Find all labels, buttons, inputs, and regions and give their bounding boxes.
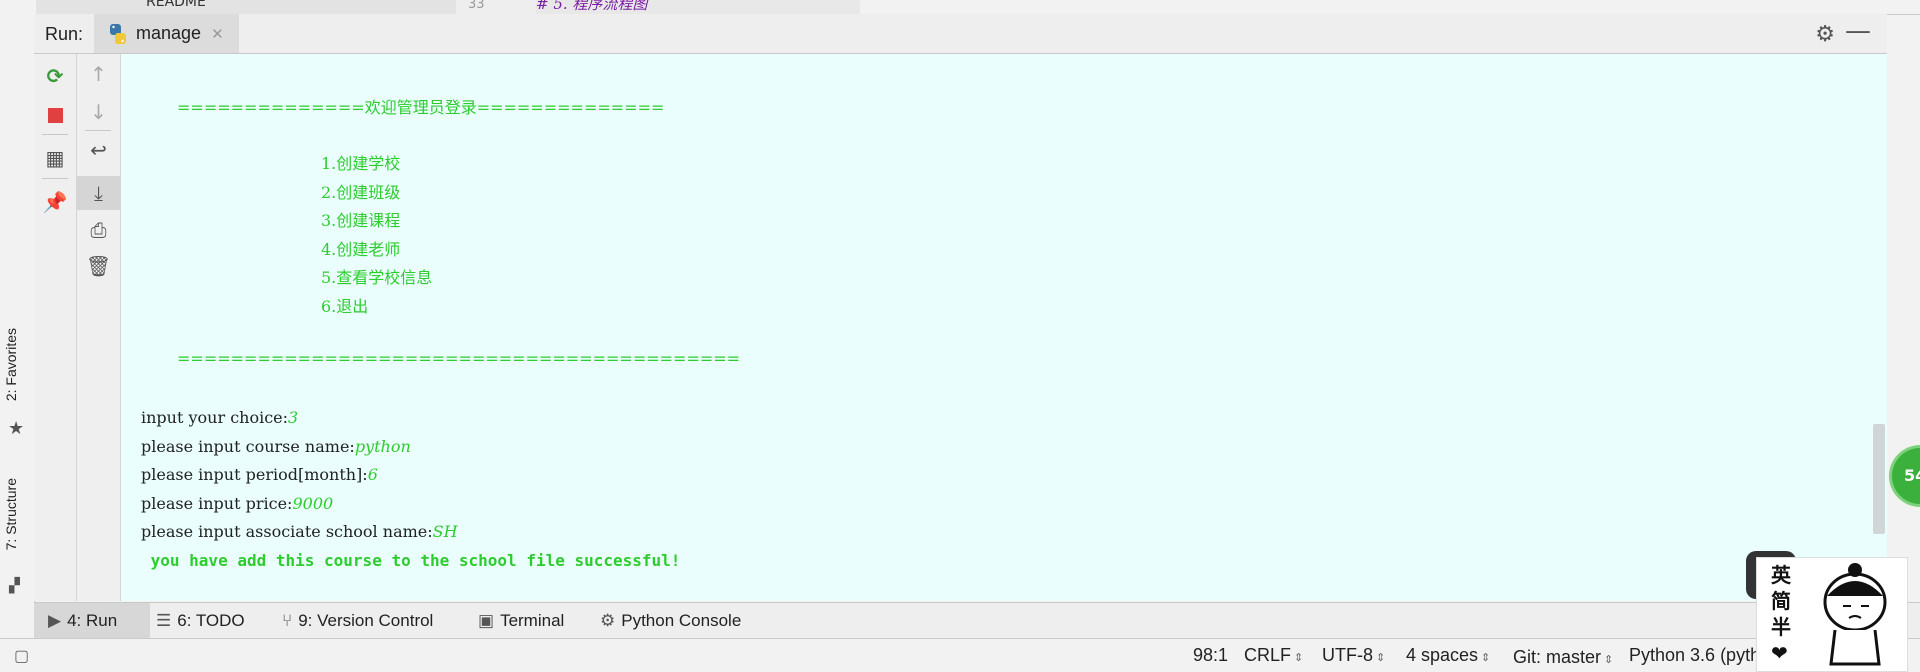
soft-wrap-icon[interactable]: ↩ bbox=[77, 138, 120, 162]
pin-icon[interactable]: 📌 bbox=[34, 190, 76, 214]
banner-bottom: ========================================… bbox=[177, 349, 741, 368]
console-prompt-line: please input period[month]:6 bbox=[141, 465, 378, 484]
git-branch[interactable]: Git: master ⇕ bbox=[1513, 647, 1613, 668]
python-icon bbox=[110, 23, 126, 44]
caret-position[interactable]: 98:1 bbox=[1193, 645, 1228, 666]
todo-icon: ☰ bbox=[156, 611, 172, 630]
run-icon: ▶ bbox=[48, 611, 62, 630]
star-icon: ★ bbox=[8, 418, 25, 439]
tab-python-console[interactable]: ⚙ Python Console bbox=[600, 603, 741, 639]
file-encoding[interactable]: UTF-8 ⇕ bbox=[1322, 645, 1385, 666]
down-arrow-icon[interactable]: ↓ bbox=[77, 100, 120, 124]
structure-label: 7: Structure bbox=[3, 478, 19, 551]
run-toolbar-primary: ⟳ ▦ 📌 bbox=[34, 54, 77, 601]
print-icon[interactable]: ⎙ bbox=[77, 218, 120, 242]
menu-item: 3.创建课程 bbox=[321, 211, 401, 230]
left-tool-strip: 2: Favorites ★ 7: Structure ▞ bbox=[0, 14, 35, 602]
code-line[interactable]: # 5. 程序流程图 bbox=[536, 0, 860, 14]
run-label: Run: bbox=[45, 24, 84, 44]
menu-item: 2.创建班级 bbox=[321, 183, 401, 202]
console-prompt-line: please input price:9000 bbox=[141, 494, 334, 513]
close-icon[interactable]: ✕ bbox=[211, 25, 224, 43]
tab-version-control-label: 9: Version Control bbox=[298, 611, 434, 630]
console-prompt-line: input your choice:3 bbox=[141, 408, 299, 427]
menu-item: 5.查看学校信息 bbox=[321, 268, 433, 287]
minimize-icon[interactable]: — bbox=[1845, 16, 1871, 46]
layout-icon[interactable]: ▦ bbox=[34, 146, 76, 170]
menu-item: 4.创建老师 bbox=[321, 240, 401, 259]
project-tree-row[interactable]: README bbox=[36, 0, 457, 14]
favorites-tab[interactable]: 2: Favorites bbox=[3, 328, 19, 401]
success-message: you have add this course to the school f… bbox=[141, 551, 681, 570]
tab-version-control[interactable]: ⑂ 9: Version Control bbox=[282, 603, 433, 639]
ime-mascot-icon bbox=[1823, 563, 1887, 666]
indent-setting[interactable]: 4 spaces ⇕ bbox=[1406, 645, 1490, 666]
run-toolbar-secondary: ↑ ↓ ↩ ⤓ ⎙ 🗑 bbox=[77, 54, 121, 601]
terminal-icon: ▣ bbox=[478, 611, 495, 630]
console-scrollbar[interactable] bbox=[1873, 424, 1885, 534]
tab-run-label: 4: Run bbox=[67, 611, 118, 630]
panel-toggle-icon[interactable]: ▢ bbox=[14, 646, 29, 666]
up-arrow-icon[interactable]: ↑ bbox=[77, 62, 120, 86]
console-prompt-line: please input associate school name:SH bbox=[141, 522, 458, 541]
structure-icon: ▞ bbox=[9, 578, 20, 594]
gear-icon[interactable]: ⚙ bbox=[1815, 22, 1835, 47]
tab-terminal[interactable]: ▣ Terminal bbox=[478, 603, 564, 639]
console-prompt-line: please input course name:python bbox=[141, 437, 411, 456]
menu-item: 1.创建学校 bbox=[321, 154, 401, 173]
run-panel-header: Run: manage ✕ ⚙ — bbox=[34, 14, 1887, 54]
editor-strip: README 33 # 5. 程序流程图 bbox=[0, 0, 1920, 15]
tab-terminal-label: Terminal bbox=[500, 611, 565, 630]
tool-window-tabs: ▶ 4: Run ☰ 6: TODO ⑂ 9: Version Control ▣ Te… bbox=[34, 602, 1920, 639]
status-bar: ▢ 98:1 CRLF ⇕ UTF-8 ⇕ 4 spaces ⇕ Git: maste… bbox=[0, 638, 1920, 671]
banner-top: ==============欢迎管理员登录============== bbox=[177, 98, 665, 117]
console-output[interactable]: ==============欢迎管理员登录============== 1.创建… bbox=[121, 54, 1887, 601]
floating-badge[interactable]: 54 bbox=[1892, 448, 1920, 504]
run-tab-manage[interactable]: manage ✕ bbox=[94, 14, 239, 53]
trash-icon[interactable]: 🗑 bbox=[77, 254, 120, 278]
rerun-icon[interactable]: ⟳ bbox=[34, 64, 76, 88]
stop-icon[interactable] bbox=[34, 104, 76, 128]
favorites-label: 2: Favorites bbox=[3, 328, 19, 402]
menu-item: 6.退出 bbox=[321, 297, 369, 316]
tab-run[interactable]: ▶ 4: Run bbox=[34, 603, 150, 639]
python-console-icon: ⚙ bbox=[600, 611, 616, 630]
folder-label: README bbox=[146, 0, 206, 10]
version-control-icon: ⑂ bbox=[282, 611, 293, 630]
ime-mode-text: 英简半❤ bbox=[1771, 563, 1791, 665]
scroll-to-end-icon[interactable]: ⤓ bbox=[77, 176, 120, 210]
line-separator[interactable]: CRLF ⇕ bbox=[1244, 645, 1303, 666]
line-number: 33 bbox=[456, 0, 548, 14]
tab-python-console-label: Python Console bbox=[621, 611, 742, 630]
tab-todo[interactable]: ☰ 6: TODO bbox=[156, 603, 245, 639]
ime-widget[interactable]: 英简半❤ bbox=[1756, 557, 1908, 672]
run-tab-label: manage bbox=[136, 23, 202, 43]
structure-tab[interactable]: 7: Structure bbox=[3, 478, 19, 550]
python-interpreter[interactable]: Python 3.6 (pyth bbox=[1629, 645, 1760, 666]
tab-todo-label: 6: TODO bbox=[177, 611, 245, 630]
